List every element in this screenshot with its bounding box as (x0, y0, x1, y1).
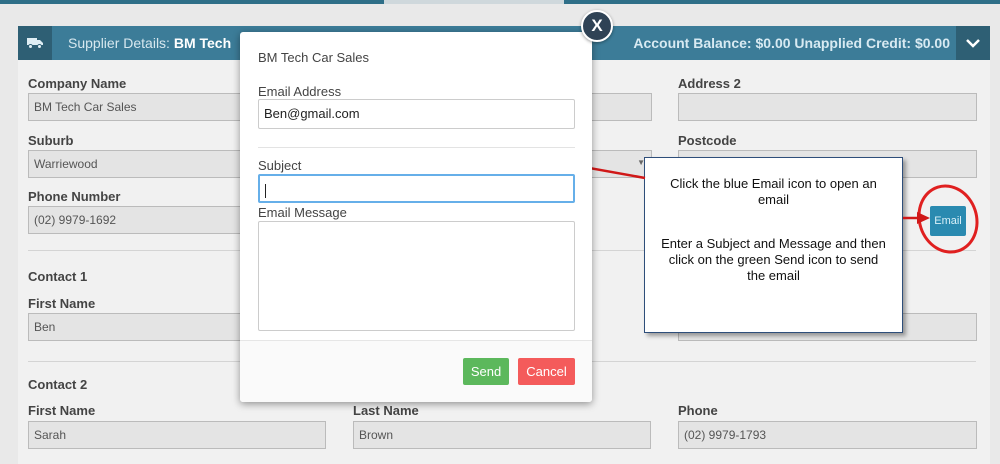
supplier-title-name: BM Tech (173, 35, 232, 51)
email-message-textarea[interactable] (258, 221, 575, 331)
address2-label: Address 2 (678, 76, 741, 91)
subject-input[interactable] (258, 174, 575, 203)
modal-divider (258, 147, 575, 148)
modal-title: BM Tech Car Sales (258, 50, 370, 65)
contact1-first-name-label: First Name (28, 296, 96, 311)
email-message-label: Email Message (258, 205, 347, 220)
supplier-title-prefix: Supplier Details: (68, 35, 174, 51)
truck-icon (18, 26, 52, 60)
company-name-label: Company Name (28, 76, 127, 91)
contact2-heading: Contact 2 (28, 377, 88, 392)
send-button[interactable]: Send (463, 358, 509, 385)
cancel-button[interactable]: Cancel (518, 358, 575, 385)
modal-footer: Send Cancel (240, 340, 592, 402)
phone-label: Phone Number (28, 189, 121, 204)
callout-line-2: Enter a Subject and Message and then cli… (661, 236, 886, 283)
close-icon[interactable]: X (581, 10, 613, 42)
contact2-phone-label: Phone (678, 403, 718, 418)
text-cursor (265, 183, 266, 198)
email-address-label: Email Address (258, 84, 342, 99)
instruction-callout: Click the blue Email icon to open an ema… (644, 157, 903, 333)
chevron-down-icon[interactable] (956, 26, 990, 60)
callout-line-1: Click the blue Email icon to open an ema… (670, 176, 877, 207)
email-modal: BM Tech Car Sales Email Address Ben@gmai… (240, 32, 592, 402)
contact2-first-name-field[interactable]: Sarah (28, 421, 326, 449)
address-field[interactable] (590, 93, 652, 121)
state-select[interactable]: ▼ (590, 150, 652, 178)
suburb-label: Suburb (28, 133, 74, 148)
address2-field[interactable] (678, 93, 977, 121)
email-address-input[interactable]: Ben@gmail.com (258, 99, 575, 129)
contact2-phone-field[interactable]: (02) 9979-1793 (678, 421, 977, 449)
contact2-first-name-label: First Name (28, 403, 96, 418)
subject-label: Subject (258, 158, 302, 173)
contact2-last-name-label: Last Name (353, 403, 419, 418)
contact1-heading: Contact 1 (28, 269, 88, 284)
postcode-label: Postcode (678, 133, 737, 148)
account-balance: Account Balance: $0.00 Unapplied Credit:… (633, 35, 950, 51)
contact2-last-name-field[interactable]: Brown (353, 421, 651, 449)
supplier-title: Supplier Details: BM Tech (68, 35, 231, 51)
